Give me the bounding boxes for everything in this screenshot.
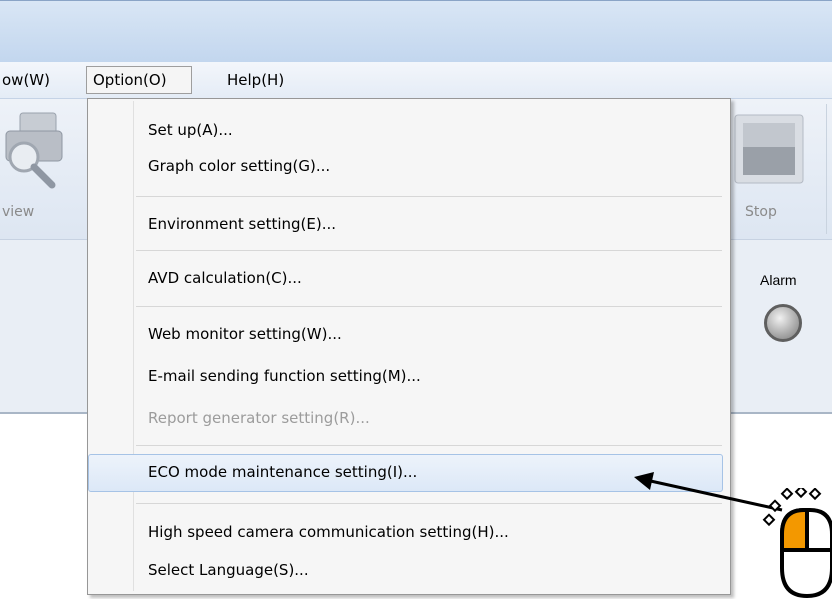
menu-item-environment-setting[interactable]: Environment setting(E)... [148,215,336,233]
menu-separator [136,250,722,251]
menu-separator [136,196,722,197]
menu-item-select-language[interactable]: Select Language(S)... [148,561,309,579]
menu-item-eco-mode-maintenance-setting[interactable]: ECO mode maintenance setting(I)... [148,463,417,481]
mouse-click-icon [762,488,832,598]
menu-help[interactable]: Help(H) [222,67,289,93]
preview-icon[interactable] [0,109,70,194]
menu-item-report-generator-setting: Report generator setting(R)... [148,409,370,427]
menu-item-graph-color-setting[interactable]: Graph color setting(G)... [148,157,330,175]
menu-item-web-monitor-setting[interactable]: Web monitor setting(W)... [148,325,342,343]
menu-separator [136,445,722,446]
menu-gutter [133,101,134,591]
alarm-label: Alarm [760,272,797,288]
menu-option[interactable]: Option(O) [86,66,192,94]
stop-label: Stop [745,204,777,220]
menu-bar: ow(W) Option(O) Help(H) [0,62,832,99]
menu-item-avd-calculation[interactable]: AVD calculation(C)... [148,269,302,287]
preview-label: view [2,204,35,220]
title-bar [0,0,832,63]
alarm-lamp-icon [764,304,802,342]
menu-separator [136,306,722,307]
menu-item-email-sending-setting[interactable]: E-mail sending function setting(M)... [148,367,421,385]
toolbar-separator [826,104,827,234]
menu-window[interactable]: ow(W) [0,67,55,93]
option-dropdown-menu: Set up(A)... Graph color setting(G)... E… [87,98,731,595]
menu-item-setup[interactable]: Set up(A)... [148,121,233,139]
stop-icon[interactable] [733,113,805,185]
menu-item-high-speed-camera-setting[interactable]: High speed camera communication setting(… [148,523,509,541]
